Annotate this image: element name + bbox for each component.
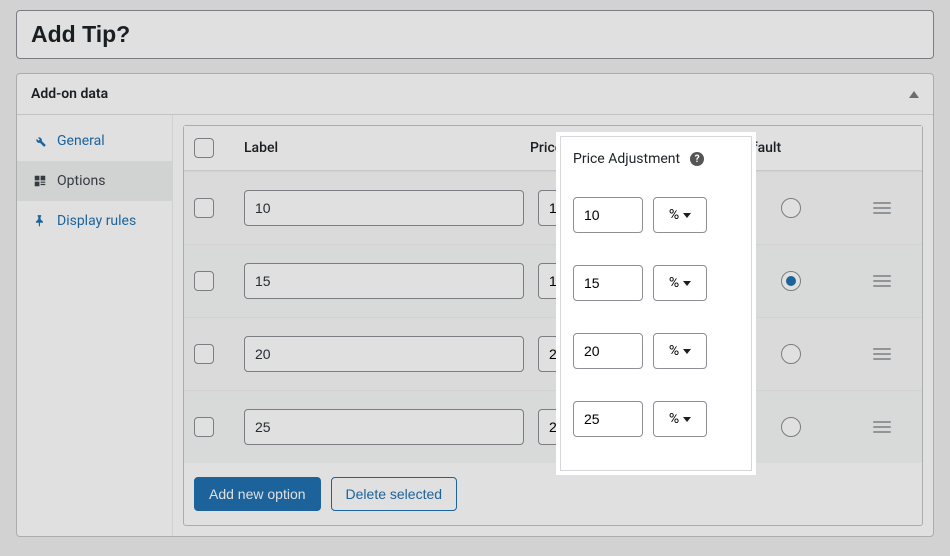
label-input[interactable] [244,263,524,299]
select-all-checkbox[interactable] [194,138,214,158]
price-input[interactable] [573,265,643,301]
default-radio[interactable] [781,198,801,218]
unit-select[interactable]: % [653,401,707,437]
price-header-highlight: Price Adjustment ? [571,145,741,181]
default-radio[interactable] [781,271,801,291]
label-header: Label [244,140,524,156]
label-input[interactable] [244,409,524,445]
unit-select[interactable]: % [653,265,707,301]
row-checkbox[interactable] [194,344,214,364]
addon-data-panel: Add-on data General Options Display ru [16,73,934,537]
sidebar-item-options[interactable]: Options [17,161,172,201]
drag-handle-icon[interactable] [852,348,912,360]
pin-icon [33,214,47,228]
add-new-option-button[interactable]: Add new option [194,477,321,511]
chevron-down-icon [683,213,691,218]
sidebar-item-label: Display rules [57,213,136,229]
sidebar-item-general[interactable]: General [17,121,172,161]
panel-header[interactable]: Add-on data [17,74,933,115]
sidebar-item-display-rules[interactable]: Display rules [17,201,172,241]
unit-select[interactable]: % [653,333,707,369]
table-row: % [184,171,922,244]
default-radio[interactable] [781,417,801,437]
table-row: % [184,390,922,463]
label-input[interactable] [244,336,524,372]
list-box-icon [33,174,47,188]
drag-handle-icon[interactable] [852,275,912,287]
help-icon[interactable]: ? [690,152,704,166]
options-main: Label Price Adjustment ? Default [173,115,933,536]
drag-handle-icon[interactable] [852,202,912,214]
table-footer: Add new option Delete selected [184,463,922,525]
options-table: Label Price Adjustment ? Default [183,125,923,526]
table-row: % [184,244,922,317]
panel-title: Add-on data [31,86,108,102]
row-checkbox[interactable] [194,417,214,437]
panel-sidebar: General Options Display rules [17,115,173,536]
wrench-icon [33,134,47,148]
default-header: Default [736,140,846,156]
price-input[interactable] [573,333,643,369]
chevron-down-icon [683,349,691,354]
unit-select[interactable]: % [653,197,707,233]
sidebar-item-label: Options [57,173,105,189]
sidebar-item-label: General [57,133,105,149]
label-input[interactable] [244,190,524,226]
price-input[interactable] [573,401,643,437]
price-adjustment-highlight: Price Adjustment ? % % % % [560,136,752,471]
chevron-down-icon [683,281,691,286]
delete-selected-button[interactable]: Delete selected [331,477,458,511]
row-checkbox[interactable] [194,198,214,218]
default-radio[interactable] [781,344,801,364]
table-header-row: Label Price Adjustment ? Default [184,126,922,171]
row-checkbox[interactable] [194,271,214,291]
addon-title-input[interactable] [16,10,934,59]
table-row: % [184,317,922,390]
drag-handle-icon[interactable] [852,421,912,433]
panel-collapse-caret-icon[interactable] [909,91,919,98]
price-input[interactable] [573,197,643,233]
chevron-down-icon [683,417,691,422]
